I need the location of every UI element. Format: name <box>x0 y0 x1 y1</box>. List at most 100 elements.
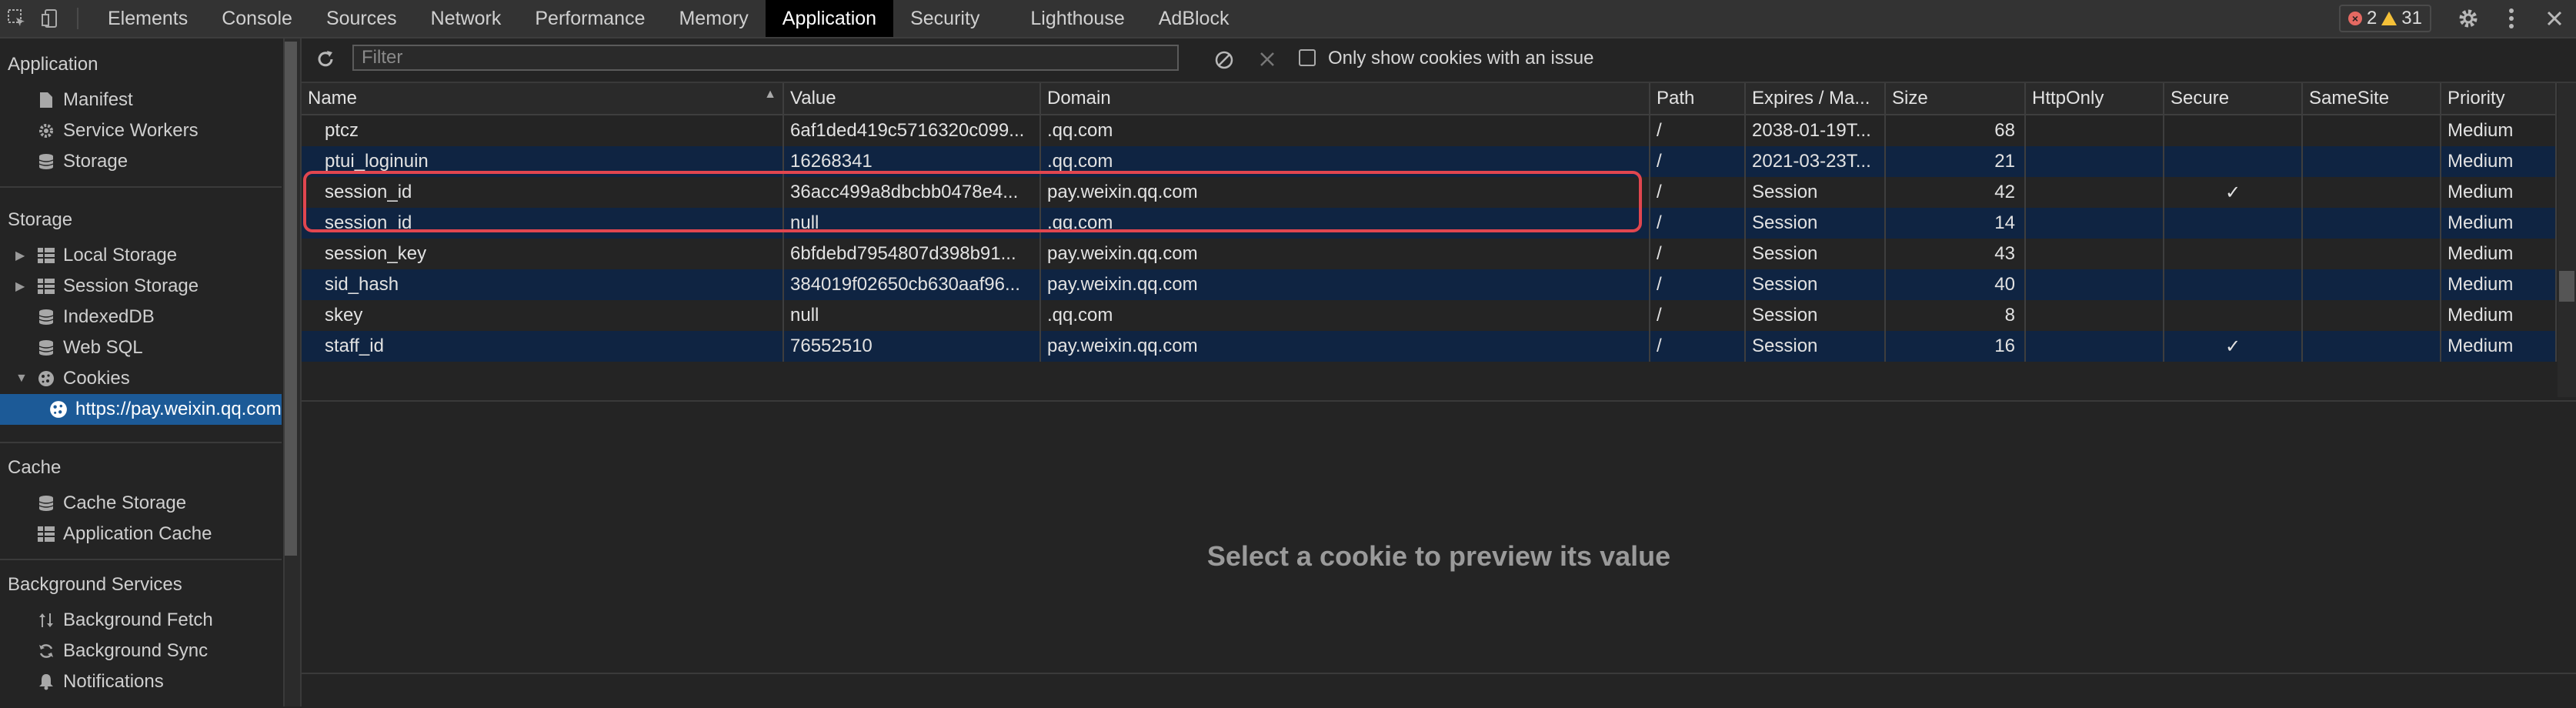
cell-size: 43 <box>1885 239 2026 269</box>
column-header-httponly[interactable]: HttpOnly <box>2025 83 2164 115</box>
tab-sources[interactable]: Sources <box>309 0 414 37</box>
column-header-priority[interactable]: Priority <box>2441 83 2557 115</box>
cell-size: 42 <box>1885 177 2026 208</box>
cell-httponly <box>2025 269 2164 300</box>
sidebar-item-cookies[interactable]: ▼ Cookies <box>0 363 282 394</box>
table-row[interactable]: sid_hash 384019f02650cb630aaf96... pay.wei… <box>302 269 2557 300</box>
cell-domain: pay.weixin.qq.com <box>1040 239 1650 269</box>
section-title-application: Application <box>8 54 98 75</box>
column-header-samesite[interactable]: SameSite <box>2302 83 2441 115</box>
cell-path: / <box>1650 300 1746 331</box>
tab-lighthouse[interactable]: Lighthouse <box>996 0 1141 37</box>
cell-secure <box>2164 269 2303 300</box>
collapse-arrow-icon[interactable]: ▼ <box>15 372 28 386</box>
table-scrollbar-thumb[interactable] <box>2559 271 2574 302</box>
cell-name: session_key <box>302 239 784 269</box>
cell-domain: .qq.com <box>1040 300 1650 331</box>
sidebar-item-label: Session Storage <box>63 276 199 296</box>
tab-console[interactable]: Console <box>205 0 309 37</box>
tab-memory[interactable]: Memory <box>662 0 765 37</box>
column-header-expires[interactable]: Expires / Ma... <box>1745 83 1886 115</box>
more-options-icon[interactable] <box>2490 8 2533 29</box>
sidebar-item-indexeddb[interactable]: IndexedDB <box>0 302 282 332</box>
devtools-toolbar: Elements Console Sources Network Perform… <box>0 0 2576 38</box>
sidebar-item-label: Background Fetch <box>63 609 213 630</box>
cell-priority: Medium <box>2441 239 2557 269</box>
cell-path: / <box>1650 115 1746 146</box>
cell-domain: .qq.com <box>1040 115 1650 146</box>
delete-selected-icon[interactable] <box>1259 51 1276 73</box>
cell-samesite <box>2302 146 2441 177</box>
sidebar-item-cache-storage[interactable]: Cache Storage <box>0 488 282 519</box>
sidebar-item-session-storage[interactable]: ▶ Session Storage <box>0 271 282 302</box>
cell-name: ptcz <box>302 115 784 146</box>
sidebar-scrollbar-thumb[interactable] <box>285 42 297 556</box>
sidebar-item-application-cache[interactable]: Application Cache <box>0 519 282 549</box>
sidebar-item-manifest[interactable]: Manifest <box>0 85 282 115</box>
section-divider <box>0 559 282 560</box>
issues-counter[interactable]: × 2 31 <box>2338 5 2431 32</box>
cell-domain: pay.weixin.qq.com <box>1040 331 1650 362</box>
column-header-value[interactable]: Value <box>783 83 1041 115</box>
clear-all-icon[interactable] <box>1214 50 1234 75</box>
cell-secure: ✓ <box>2164 177 2303 208</box>
sidebar-item-cookie-origin[interactable]: https://pay.weixin.qq.com <box>0 394 282 425</box>
tab-application[interactable]: Application <box>765 0 894 37</box>
column-header-size[interactable]: Size <box>1885 83 2026 115</box>
tab-network[interactable]: Network <box>414 0 519 37</box>
cell-size: 16 <box>1885 331 2026 362</box>
inspect-element-icon[interactable] <box>0 0 34 37</box>
table-row[interactable]: session_key 6bfdebd7954807d398b91... pay.w… <box>302 239 2557 269</box>
sidebar-item-notifications[interactable]: Notifications <box>0 666 282 697</box>
expand-arrow-icon[interactable]: ▶ <box>15 279 26 294</box>
preview-placeholder-message: Select a cookie to preview its value <box>1206 540 1671 572</box>
cell-secure <box>2164 115 2303 146</box>
tab-adblock[interactable]: AdBlock <box>1142 0 1246 37</box>
sidebar-item-label: IndexedDB <box>63 306 155 327</box>
table-scrollbar[interactable] <box>2558 83 2576 397</box>
cell-secure <box>2164 208 2303 239</box>
cell-samesite <box>2302 177 2441 208</box>
cell-path: / <box>1650 146 1746 177</box>
sidebar-item-local-storage[interactable]: ▶ Local Storage <box>0 240 282 271</box>
cell-priority: Medium <box>2441 115 2557 146</box>
grid-icon <box>35 248 57 263</box>
table-row[interactable]: staff_id 76552510 pay.weixin.qq.com / Sessio… <box>302 331 2557 362</box>
sidebar-item-label: Local Storage <box>63 245 178 266</box>
sidebar-item-background-fetch[interactable]: Background Fetch <box>0 605 282 636</box>
cell-expires: 2038-01-19T... <box>1745 115 1886 146</box>
database-icon <box>35 153 57 170</box>
cell-httponly <box>2025 115 2164 146</box>
expand-arrow-icon[interactable]: ▶ <box>15 248 26 263</box>
filter-input[interactable] <box>352 45 1179 71</box>
sidebar-item-label: Background Sync <box>63 640 209 661</box>
cell-secure <box>2164 146 2303 177</box>
table-row[interactable]: skey null .qq.com / Session 8 Medium <box>302 300 2557 331</box>
close-icon[interactable] <box>2533 10 2576 27</box>
cell-priority: Medium <box>2441 269 2557 300</box>
tab-elements[interactable]: Elements <box>91 0 205 37</box>
cookie-icon <box>35 370 57 387</box>
column-header-secure[interactable]: Secure <box>2164 83 2303 115</box>
table-row[interactable]: ptcz 6af1ded419c5716320c099... .qq.com/203… <box>302 115 2557 146</box>
tab-security[interactable]: Security <box>893 0 996 37</box>
settings-gear-icon[interactable] <box>2447 7 2490 30</box>
cell-value: null <box>783 300 1041 331</box>
cell-priority: Medium <box>2441 146 2557 177</box>
tab-performance[interactable]: Performance <box>518 0 662 37</box>
sidebar-item-web-sql[interactable]: Web SQL <box>0 332 282 363</box>
cell-name: staff_id <box>302 331 784 362</box>
column-header-name[interactable]: Name ▲ <box>302 83 784 115</box>
only-issues-checkbox[interactable] <box>1299 49 1316 66</box>
refresh-icon[interactable] <box>315 49 335 75</box>
sidebar-item-service-workers[interactable]: Service Workers <box>0 115 282 146</box>
cell-secure <box>2164 239 2303 269</box>
grid-icon <box>35 526 57 542</box>
column-header-path[interactable]: Path <box>1650 83 1746 115</box>
device-toolbar-icon[interactable] <box>34 0 68 37</box>
sidebar-item-storage[interactable]: Storage <box>0 146 282 177</box>
sidebar-item-background-sync[interactable]: Background Sync <box>0 636 282 666</box>
cell-size: 68 <box>1885 115 2026 146</box>
cookies-toolbar: Only show cookies with an issue <box>302 38 2576 83</box>
column-header-domain[interactable]: Domain <box>1040 83 1650 115</box>
